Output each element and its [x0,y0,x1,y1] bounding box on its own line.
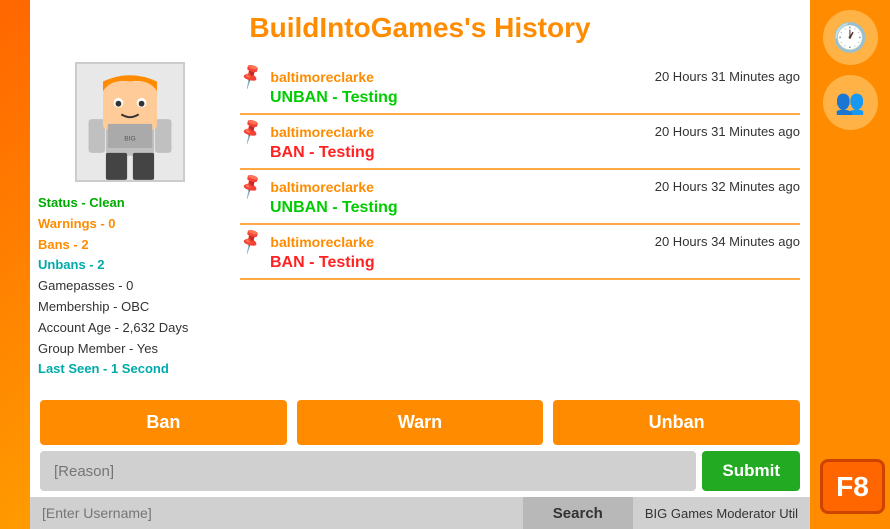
history-panel: 📌baltimoreclarke20 Hours 31 Minutes agoU… [230,52,810,392]
pin-icon: 📌 [236,227,266,256]
stat-item: Last Seen - 1 Second [38,359,188,380]
page-title: BuildIntoGames's History [30,12,810,44]
reason-input[interactable] [40,451,696,491]
username-input[interactable] [30,497,523,529]
action-bar: Ban Warn Unban Submit [30,392,810,499]
stat-item: Membership - OBC [38,297,188,318]
svg-text:BIG: BIG [124,135,136,142]
stat-item: Status - Clean [38,193,188,214]
right-panel: 🕐 👥 F8 [810,0,890,529]
stat-item: Bans - 2 [38,235,188,256]
avatar-svg: BIG [77,64,183,180]
history-top-row: 📌baltimoreclarke20 Hours 31 Minutes ago [240,66,800,87]
pin-icon: 📌 [236,117,266,146]
f8-badge[interactable]: F8 [820,459,885,514]
action-buttons: Ban Warn Unban [40,400,800,445]
stat-item: Warnings - 0 [38,214,188,235]
moderator-label: BIG Games Moderator Util [633,497,810,529]
title-bar: BuildIntoGames's History [30,0,810,52]
stat-item: Gamepasses - 0 [38,276,188,297]
history-top-row: 📌baltimoreclarke20 Hours 31 Minutes ago [240,121,800,142]
history-time: 20 Hours 31 Minutes ago [655,69,800,84]
history-top-row: 📌baltimoreclarke20 Hours 32 Minutes ago [240,176,800,197]
history-action: UNBAN - Testing [270,197,800,219]
stat-item: Unbans - 2 [38,255,188,276]
history-time: 20 Hours 34 Minutes ago [655,234,800,249]
search-button[interactable]: Search [523,497,633,529]
stats-container: Status - CleanWarnings - 0Bans - 2Unbans… [38,193,188,380]
bottom-bar: Search BIG Games Moderator Util [30,497,810,529]
content-row: BIG Status - CleanWarnings - 0Bans - 2Un… [30,52,810,392]
pin-icon: 📌 [236,172,266,201]
warn-button[interactable]: Warn [297,400,544,445]
history-action: BAN - Testing [270,252,800,274]
history-action: UNBAN - Testing [270,87,800,109]
history-entry: 📌baltimoreclarke20 Hours 34 Minutes agoB… [240,225,800,280]
group-icon: 👥 [823,75,878,130]
history-entry: 📌baltimoreclarke20 Hours 31 Minutes agoB… [240,115,800,170]
stat-item: Account Age - 2,632 Days [38,318,188,339]
history-time: 20 Hours 31 Minutes ago [655,124,800,139]
history-entry: 📌baltimoreclarke20 Hours 32 Minutes agoU… [240,170,800,225]
history-username: baltimoreclarke [270,124,374,140]
ban-button[interactable]: Ban [40,400,287,445]
info-panel: BIG Status - CleanWarnings - 0Bans - 2Un… [30,52,230,392]
history-time: 20 Hours 32 Minutes ago [655,179,800,194]
pin-icon: 📌 [236,62,266,91]
main-content: BuildIntoGames's History [30,0,810,499]
reason-row: Submit [40,451,800,491]
history-top-row: 📌baltimoreclarke20 Hours 34 Minutes ago [240,231,800,252]
avatar: BIG [75,62,185,182]
history-username: baltimoreclarke [270,234,374,250]
clock-icon: 🕐 [823,10,878,65]
history-container: 📌baltimoreclarke20 Hours 31 Minutes agoU… [240,60,800,280]
history-entry: 📌baltimoreclarke20 Hours 31 Minutes agoU… [240,60,800,115]
history-action: BAN - Testing [270,142,800,164]
stat-item: Group Member - Yes [38,339,188,360]
unban-button[interactable]: Unban [553,400,800,445]
avatar-container: BIG [38,62,222,182]
submit-button[interactable]: Submit [702,451,800,491]
history-username: baltimoreclarke [270,69,374,85]
history-username: baltimoreclarke [270,179,374,195]
